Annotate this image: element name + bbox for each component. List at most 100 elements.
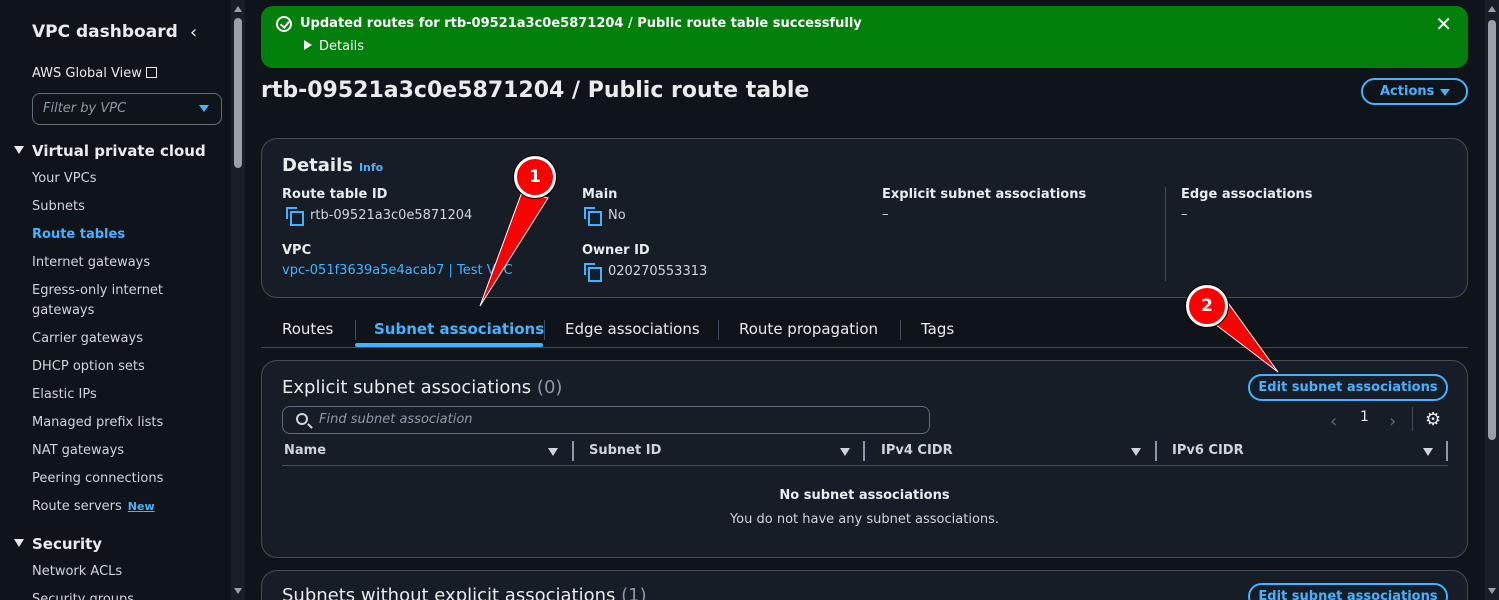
column-header-name[interactable]: Name (284, 443, 326, 458)
scroll-down-icon[interactable] (1488, 588, 1496, 594)
sidebar-item-network-acls[interactable]: Network ACLs (32, 562, 212, 582)
tab-bar: Routes Subnet associations Edge associat… (261, 310, 1468, 348)
section-virtual-private-cloud[interactable]: Virtual private cloud (14, 142, 206, 160)
caret-down-icon (1440, 89, 1450, 96)
prev-page-icon[interactable]: ‹ (1330, 411, 1337, 432)
sidebar-item-managed-prefix-lists[interactable]: Managed prefix lists (32, 413, 212, 433)
flash-details-toggle[interactable]: Details (304, 39, 364, 54)
tab-tags[interactable]: Tags (921, 320, 954, 338)
explicit-subnet-associations-panel: Explicit subnet associations (0) Edit su… (261, 360, 1468, 558)
sidebar-item-peering-connections[interactable]: Peering connections (32, 469, 212, 489)
tab-separator (900, 320, 901, 340)
panel-title: Explicit subnet associations (0) (282, 377, 562, 398)
annotation-badge-2: 2 (1186, 285, 1228, 327)
sidebar-scrollbar[interactable] (231, 0, 245, 600)
vpc-link[interactable]: vpc-051f3639a5e4acab7 | Test VPC (282, 263, 513, 278)
search-input[interactable]: Find subnet association (282, 406, 930, 434)
owner-id-label: Owner ID (582, 243, 650, 258)
sort-caret-icon[interactable] (1131, 448, 1141, 456)
flash-details-label: Details (319, 39, 365, 54)
sidebar-item-security-groups[interactable]: Security groups (32, 590, 212, 600)
column-resizer[interactable] (1155, 441, 1157, 461)
flash-message: Updated routes for rtb-09521a3c0e5871204… (300, 16, 862, 31)
edge-associations-value: – (1181, 207, 1188, 222)
sidebar-item-carrier-gateways[interactable]: Carrier gateways (32, 329, 212, 349)
caret-down-icon (14, 146, 24, 154)
empty-state-title: No subnet associations (779, 488, 950, 503)
sidebar-item-internet-gateways[interactable]: Internet gateways (32, 253, 212, 273)
explicit-associations-label: Explicit subnet associations (882, 187, 1087, 202)
next-page-icon[interactable]: › (1389, 411, 1396, 432)
success-check-icon (276, 16, 292, 32)
actions-button[interactable]: Actions (1361, 78, 1468, 105)
sidebar-item-route-servers[interactable]: Route servers New (32, 497, 212, 517)
main-scrollbar[interactable] (1485, 0, 1499, 600)
tab-route-propagation[interactable]: Route propagation (739, 320, 878, 338)
panel-title: Subnets without explicit associations (1… (282, 585, 647, 600)
tab-subnet-associations[interactable]: Subnet associations (374, 320, 544, 338)
scroll-thumb[interactable] (1488, 20, 1496, 440)
details-heading-text: Details (282, 155, 353, 176)
info-link[interactable]: Info (359, 161, 383, 174)
caret-down-icon (14, 539, 24, 547)
sidebar-item-route-tables[interactable]: Route tables (32, 225, 212, 245)
sidebar-item-elastic-ips[interactable]: Elastic IPs (32, 385, 212, 405)
search-placeholder: Find subnet association (319, 412, 473, 427)
tab-edge-associations[interactable]: Edge associations (565, 320, 700, 338)
vpc-label: VPC (282, 243, 312, 258)
sort-caret-icon[interactable] (548, 448, 558, 456)
sidebar-item-subnets[interactable]: Subnets (32, 197, 212, 217)
panel-count: (1) (621, 585, 647, 600)
scroll-up-icon[interactable] (1488, 6, 1496, 12)
copy-icon[interactable] (584, 263, 602, 282)
main-value: No (584, 207, 626, 226)
copy-icon[interactable] (584, 207, 602, 226)
route-table-id-text: rtb-09521a3c0e5871204 (310, 208, 473, 223)
sort-caret-icon[interactable] (1423, 448, 1433, 456)
column-header-subnet-id[interactable]: Subnet ID (589, 443, 661, 458)
column-header-ipv6-cidr[interactable]: IPv6 CIDR (1172, 443, 1244, 458)
tab-separator (355, 320, 356, 340)
edit-subnet-associations-button-2[interactable]: Edit subnet associations (1248, 583, 1448, 600)
page-number[interactable]: 1 (1360, 409, 1369, 425)
column-resizer[interactable] (572, 441, 574, 461)
gear-icon[interactable]: ⚙ (1425, 409, 1441, 430)
global-view-label: AWS Global View (32, 66, 142, 81)
sidebar-title[interactable]: VPC dashboard (32, 22, 178, 42)
section-label: Virtual private cloud (32, 142, 206, 160)
sidebar: VPC dashboard ‹ AWS Global View Filter b… (0, 0, 231, 600)
scroll-up-icon[interactable] (234, 6, 242, 12)
main-value-text: No (608, 208, 626, 223)
column-header-ipv4-cidr[interactable]: IPv4 CIDR (881, 443, 953, 458)
table-header-divider (282, 465, 1448, 466)
vpc-filter-select[interactable]: Filter by VPC (32, 93, 222, 125)
main-label: Main (582, 187, 618, 202)
chevron-left-icon[interactable]: ‹ (190, 22, 197, 43)
vpc-filter-placeholder: Filter by VPC (43, 101, 127, 116)
divider (1165, 187, 1166, 281)
section-security[interactable]: Security (14, 535, 102, 553)
actions-label: Actions (1380, 84, 1435, 99)
scroll-down-icon[interactable] (234, 588, 242, 594)
sort-caret-icon[interactable] (840, 448, 850, 456)
copy-icon[interactable] (286, 207, 304, 226)
close-icon[interactable]: ✕ (1435, 12, 1452, 36)
scroll-thumb[interactable] (234, 18, 242, 168)
tab-separator (544, 320, 545, 340)
sidebar-item-global-view[interactable]: AWS Global View (32, 66, 157, 81)
route-servers-label: Route servers (32, 499, 122, 514)
route-table-id-label: Route table ID (282, 187, 388, 202)
external-link-icon (145, 67, 157, 78)
column-resizer[interactable] (1446, 441, 1448, 461)
owner-id-value: 020270553313 (584, 263, 707, 282)
tab-routes[interactable]: Routes (282, 320, 333, 338)
sidebar-item-nat-gateways[interactable]: NAT gateways (32, 441, 212, 461)
sidebar-item-your-vpcs[interactable]: Your VPCs (32, 169, 212, 189)
search-icon (296, 413, 308, 425)
sidebar-item-egress-only-internet-gateways[interactable]: Egress-only internet gateways (32, 281, 182, 321)
sidebar-item-dhcp-option-sets[interactable]: DHCP option sets (32, 357, 212, 377)
tab-separator (718, 320, 719, 340)
panel-title-text: Explicit subnet associations (282, 377, 532, 398)
edit-subnet-associations-button[interactable]: Edit subnet associations (1248, 374, 1448, 401)
column-resizer[interactable] (863, 441, 865, 461)
